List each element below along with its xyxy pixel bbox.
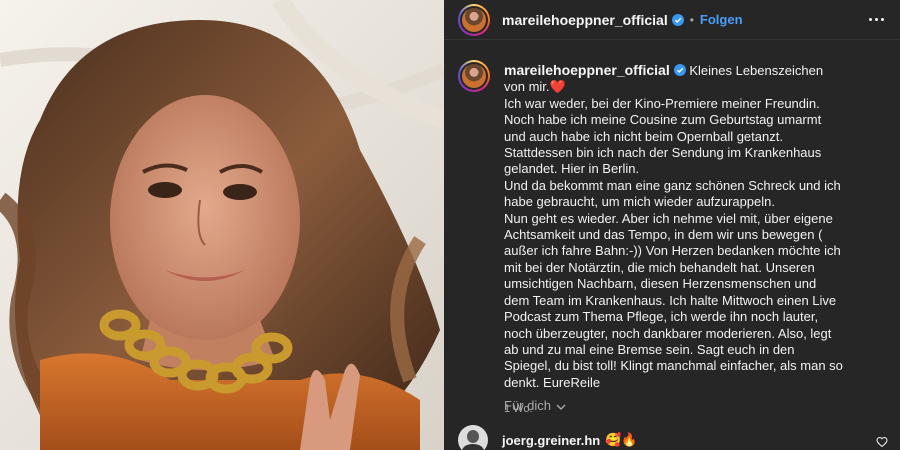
post-caption: mareilehoeppner_official Kleines Lebensz… [444,40,900,418]
post-side-panel: mareilehoeppner_official • Folgen mareil… [444,0,900,450]
post-header: mareilehoeppner_official • Folgen [444,0,900,40]
caption-author-avatar[interactable] [458,60,490,92]
caption-text-block: mareilehoeppner_official Kleines Lebensz… [504,62,844,418]
caption-author-username[interactable]: mareilehoeppner_official [504,62,670,78]
more-options-icon[interactable] [869,12,884,27]
chevron-down-icon [556,398,566,413]
comment-item: joerg.greiner.hn 🥰🔥 [458,425,888,450]
heart-icon[interactable] [876,435,888,448]
follow-button[interactable]: Folgen [700,12,743,27]
translation-toggle[interactable]: Für dich [504,398,566,413]
caption-verified-badge-icon [673,64,686,76]
commenter-avatar[interactable] [458,425,488,450]
separator-dot: • [689,12,694,27]
author-username[interactable]: mareilehoeppner_official [502,12,668,28]
caption-body-text: Ich war weder, bei der Kino-Premiere mei… [504,95,843,390]
commenter-username[interactable]: joerg.greiner.hn [502,433,600,448]
post-photo[interactable] [0,0,444,450]
verified-badge-icon [671,13,684,26]
author-avatar[interactable] [458,3,490,36]
comment-text: 🥰🔥 [605,432,638,447]
instagram-post-view: mareilehoeppner_official • Folgen mareil… [0,0,900,450]
translation-label: Für dich [504,398,551,413]
